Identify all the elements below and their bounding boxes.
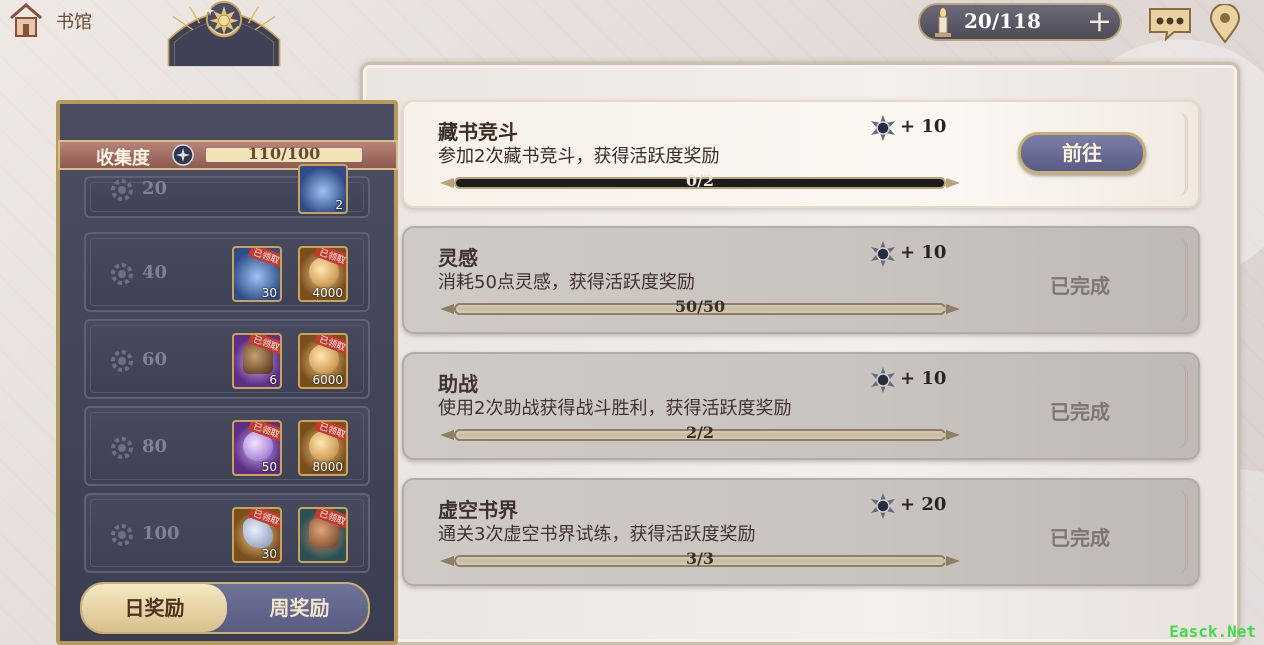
item-count: 6 xyxy=(269,373,277,387)
item-count: 4000 xyxy=(312,286,343,300)
item-count: 2 xyxy=(335,198,343,212)
milestone-row: 60 已领取 6 已领取 6000 xyxy=(84,319,370,399)
ornate-frame xyxy=(167,0,281,67)
task-title: 藏书竞斗 xyxy=(438,120,518,144)
task-progress-bar: 0/2 xyxy=(440,171,960,190)
add-resource-button[interactable]: + xyxy=(1087,3,1112,41)
tab-weekly-rewards[interactable]: 周奖励 xyxy=(227,584,372,632)
reward-item[interactable]: 已领取 6 xyxy=(232,333,282,389)
progress-text: 2/2 xyxy=(685,423,715,442)
task-progress-bar: 2/2 xyxy=(440,423,960,442)
location-pin-icon[interactable] xyxy=(1208,3,1242,44)
activity-point-icon xyxy=(871,493,895,519)
claimed-tag: 已领取 xyxy=(247,248,280,270)
milestone-row: 100 已领取 30 已领取 xyxy=(84,493,370,573)
reward-value: + 10 xyxy=(900,368,947,389)
gear-icon xyxy=(111,524,133,546)
go-button[interactable]: 前往 xyxy=(1018,132,1146,174)
task-title: 虚空书界 xyxy=(438,498,518,522)
completed-label: 已完成 xyxy=(1050,526,1110,550)
activity-point-icon xyxy=(871,115,895,141)
item-count: 8000 xyxy=(312,460,343,474)
task-card: 虚空书界 通关3次虚空书界试练，获得活跃度奖励 + 20 3/3 已完成 xyxy=(402,478,1200,586)
task-description: 消耗50点灵感，获得活跃度奖励 xyxy=(438,272,695,293)
milestone-value: 20 xyxy=(142,178,168,199)
chat-icon[interactable] xyxy=(1146,6,1194,42)
gear-icon xyxy=(111,437,133,459)
task-description: 参加2次藏书竞斗，获得活跃度奖励 xyxy=(438,146,720,167)
watermark: Easck.Net xyxy=(1169,622,1256,641)
reward-value: + 10 xyxy=(900,242,947,263)
progress-text: 0/2 xyxy=(685,171,715,190)
task-title: 助战 xyxy=(438,372,478,396)
reward-tabs: 日奖励 周奖励 xyxy=(80,582,370,634)
resource-counter: 20/118 + xyxy=(918,3,1122,41)
activity-point-icon xyxy=(871,241,895,267)
milestone-row: 20 2 xyxy=(84,164,370,218)
reward-value: + 20 xyxy=(900,494,947,515)
gear-icon xyxy=(111,350,133,372)
milestone-value: 40 xyxy=(142,262,168,283)
milestone-value: 60 xyxy=(142,349,168,370)
milestone-value: 80 xyxy=(142,436,168,457)
task-description: 使用2次助战获得战斗胜利，获得活跃度奖励 xyxy=(438,398,792,419)
item-count: 6000 xyxy=(312,373,343,387)
reward-value: + 10 xyxy=(900,116,947,137)
tab-daily-rewards[interactable]: 日奖励 xyxy=(82,584,227,632)
milestone-row: 80 已领取 50 已领取 8000 xyxy=(84,406,370,486)
reward-item[interactable]: 已领取 30 xyxy=(232,246,282,302)
reward-item[interactable]: 已领取 50 xyxy=(232,420,282,476)
reward-item[interactable]: 2 xyxy=(298,164,348,214)
completed-label: 已完成 xyxy=(1050,274,1110,298)
reward-item[interactable]: 已领取 6000 xyxy=(298,333,348,389)
progress-text: 50/50 xyxy=(674,297,726,316)
collection-label: 收集度 xyxy=(96,148,150,169)
progress-text: 3/3 xyxy=(685,549,715,568)
collection-value: 110/100 xyxy=(247,144,321,163)
item-count: 30 xyxy=(261,286,277,300)
task-card: 藏书竞斗 参加2次藏书竞斗，获得活跃度奖励 + 10 0/2 前往 xyxy=(402,100,1200,208)
activity-point-icon xyxy=(172,144,194,166)
reward-item[interactable]: 已领取 8000 xyxy=(298,420,348,476)
task-title: 灵感 xyxy=(438,246,478,270)
task-description: 通关3次虚空书界试练，获得活跃度奖励 xyxy=(438,524,756,545)
reward-item[interactable]: 已领取 30 xyxy=(232,507,282,563)
milestone-row: 40 已领取 30 已领取 4000 xyxy=(84,232,370,312)
resource-value: 20/118 xyxy=(964,9,1041,33)
item-count: 30 xyxy=(261,547,277,561)
task-progress-bar: 3/3 xyxy=(440,549,960,568)
completed-label: 已完成 xyxy=(1050,400,1110,424)
milestone-value: 100 xyxy=(142,523,180,544)
reward-item[interactable]: 已领取 xyxy=(298,507,348,563)
task-card: 助战 使用2次助战获得战斗胜利，获得活跃度奖励 + 10 2/2 已完成 xyxy=(402,352,1200,460)
task-progress-bar: 50/50 xyxy=(440,297,960,316)
candle-icon xyxy=(930,7,956,39)
activity-point-icon xyxy=(871,367,895,393)
item-count: 50 xyxy=(261,460,277,474)
gear-icon xyxy=(111,179,133,201)
gear-icon xyxy=(111,263,133,285)
reward-item[interactable]: 已领取 4000 xyxy=(298,246,348,302)
task-card: 灵感 消耗50点灵感，获得活跃度奖励 + 10 50/50 已完成 xyxy=(402,226,1200,334)
